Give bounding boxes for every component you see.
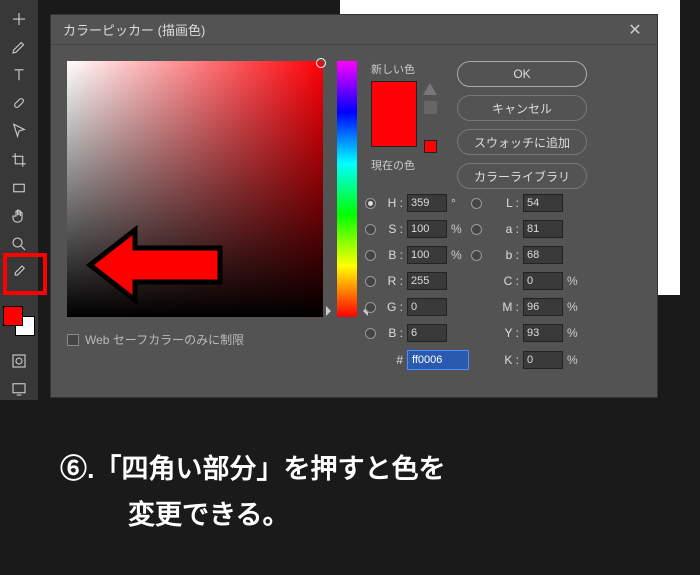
m-input[interactable] xyxy=(523,298,563,316)
hash-label: # xyxy=(383,353,403,367)
bb-label: B : xyxy=(383,248,403,262)
g-label: G : xyxy=(383,300,403,314)
color-preview[interactable] xyxy=(371,81,417,147)
s-radio[interactable] xyxy=(365,224,376,235)
rb-label: B : xyxy=(383,326,403,340)
hue-pointer xyxy=(332,307,362,315)
h-radio[interactable] xyxy=(365,198,376,209)
add-swatch-button[interactable]: スウォッチに追加 xyxy=(457,129,587,155)
bb-input[interactable] xyxy=(407,246,447,264)
l-radio[interactable] xyxy=(471,198,482,209)
b-radio[interactable] xyxy=(365,250,376,261)
y-input[interactable] xyxy=(523,324,563,342)
lb-radio[interactable] xyxy=(471,250,482,261)
bandaid-icon[interactable] xyxy=(7,92,31,114)
foreground-color-swatch[interactable] xyxy=(3,306,23,326)
new-color-swatch xyxy=(372,82,416,114)
saturation-value-box[interactable] xyxy=(67,61,323,317)
eyedropper-icon[interactable] xyxy=(7,261,31,283)
arrow-icon[interactable] xyxy=(7,120,31,142)
web-safe-label: Web セーフカラーのみに制限 xyxy=(85,331,244,348)
color-values: H : ° L : S : % a : B : % b : R : C : % … xyxy=(365,194,583,370)
color-library-button[interactable]: カラーライブラリ xyxy=(457,163,587,189)
y-label: Y : xyxy=(499,326,519,340)
new-color-label: 新しい色 xyxy=(371,61,443,77)
close-icon[interactable]: ✕ xyxy=(625,20,645,40)
lb-label: b : xyxy=(499,248,519,262)
rb-radio[interactable] xyxy=(365,328,376,339)
checkbox-icon[interactable] xyxy=(67,334,79,346)
k-input[interactable] xyxy=(523,351,563,369)
dialog-titlebar[interactable]: カラーピッカー (描画色) ✕ xyxy=(51,15,657,45)
cancel-button[interactable]: キャンセル xyxy=(457,95,587,121)
c-input[interactable] xyxy=(523,272,563,290)
websafe-swatch-icon[interactable] xyxy=(424,140,437,153)
a-input[interactable] xyxy=(523,220,563,238)
text-icon[interactable] xyxy=(7,64,31,86)
a-radio[interactable] xyxy=(471,224,482,235)
ok-button[interactable]: OK xyxy=(457,61,587,87)
r-input[interactable] xyxy=(407,272,447,290)
c-label: C : xyxy=(499,274,519,288)
s-label: S : xyxy=(383,222,403,236)
deg-unit: ° xyxy=(451,196,467,210)
hex-input[interactable] xyxy=(407,350,469,370)
hand-icon[interactable] xyxy=(7,205,31,227)
rb-input[interactable] xyxy=(407,324,447,342)
g-input[interactable] xyxy=(407,298,447,316)
zoom-icon[interactable] xyxy=(7,233,31,255)
l-label: L : xyxy=(499,196,519,210)
l-input[interactable] xyxy=(523,194,563,212)
quickmask-icon[interactable] xyxy=(7,350,31,372)
caption-line2: 変更できる。 xyxy=(60,493,700,539)
lb-input[interactable] xyxy=(523,246,563,264)
dialog-title: カラーピッカー (描画色) xyxy=(63,20,625,39)
m-label: M : xyxy=(499,300,519,314)
current-color-swatch xyxy=(372,114,416,146)
a-label: a : xyxy=(499,222,519,236)
gamut-warning-icon[interactable] xyxy=(423,83,437,95)
k-label: K : xyxy=(499,353,519,367)
sv-cursor xyxy=(316,58,326,68)
cube-icon[interactable] xyxy=(424,101,437,114)
screenmode-icon[interactable] xyxy=(7,378,31,400)
r-radio[interactable] xyxy=(365,276,376,287)
pencil-icon[interactable] xyxy=(7,36,31,58)
current-color-label: 現在の色 xyxy=(371,157,443,173)
color-swatches[interactable] xyxy=(3,306,35,335)
rect-icon[interactable] xyxy=(7,177,31,199)
tools-panel xyxy=(0,0,38,400)
r-label: R : xyxy=(383,274,403,288)
plus-icon[interactable] xyxy=(7,8,31,30)
instruction-caption: ⑥.「四角い部分」を押すと色を 変更できる。 xyxy=(0,410,700,575)
h-input[interactable] xyxy=(407,194,447,212)
hue-slider[interactable] xyxy=(337,61,357,317)
h-label: H : xyxy=(383,196,403,210)
caption-line1: ⑥.「四角い部分」を押すと色を xyxy=(60,447,700,493)
s-input[interactable] xyxy=(407,220,447,238)
crop-icon[interactable] xyxy=(7,148,31,170)
g-radio[interactable] xyxy=(365,302,376,313)
web-safe-checkbox[interactable]: Web セーフカラーのみに制限 xyxy=(67,331,323,348)
